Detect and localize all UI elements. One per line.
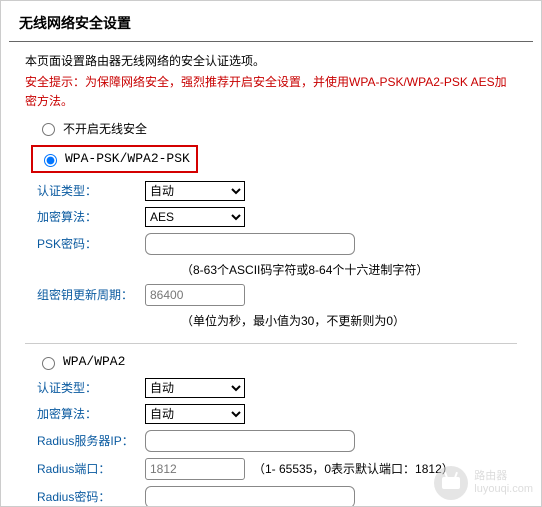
psk-encrypt-label: 加密算法： — [37, 208, 145, 225]
radio-none[interactable] — [42, 123, 55, 136]
radius-port-hint: （1- 65535，0表示默认端口：1812） — [253, 460, 454, 477]
radio-psk-highlight: WPA-PSK/WPA2-PSK — [31, 145, 198, 173]
option-none-row: 不开启无线安全 — [37, 120, 541, 137]
psk-auth-select[interactable]: 自动 — [145, 181, 245, 201]
psk-pwd-input[interactable] — [145, 233, 355, 255]
wireless-security-panel: 无线网络安全设置 本页面设置路由器无线网络的安全认证选项。 安全提示：为保障网络… — [0, 0, 542, 507]
radius-ip-input[interactable] — [145, 430, 355, 452]
wpa-encrypt-select[interactable]: 自动 — [145, 404, 245, 424]
wpa-auth-select[interactable]: 自动 — [145, 378, 245, 398]
warning-text: 安全提示：为保障网络安全，强烈推荐开启安全设置，并使用WPA-PSK/WPA2-… — [25, 73, 517, 111]
psk-rekey-label: 组密钥更新周期： — [37, 286, 145, 303]
radius-port-input[interactable] — [145, 458, 245, 480]
radio-psk[interactable] — [44, 154, 57, 167]
psk-auth-label: 认证类型： — [37, 182, 145, 199]
radio-psk-label: WPA-PSK/WPA2-PSK — [65, 151, 190, 166]
radio-none-label: 不开启无线安全 — [63, 120, 147, 137]
intro-text: 本页面设置路由器无线网络的安全认证选项。 — [25, 52, 517, 71]
panel-title: 无线网络安全设置 — [9, 1, 533, 42]
section-separator — [25, 343, 517, 344]
radio-wpa-label: WPA/WPA2 — [63, 354, 125, 369]
psk-pwd-label: PSK密码： — [37, 235, 145, 252]
psk-pwd-hint: （8-63个ASCII码字符或8-64个十六进制字符） — [181, 261, 541, 278]
radius-port-label: Radius端口： — [37, 460, 145, 477]
psk-encrypt-select[interactable]: AES — [145, 207, 245, 227]
wpa-form-block: 认证类型： 自动 加密算法： 自动 Radius服务器IP： Radius端口：… — [37, 378, 541, 507]
wpa-encrypt-label: 加密算法： — [37, 405, 145, 422]
psk-rekey-input[interactable] — [145, 284, 245, 306]
radius-ip-label: Radius服务器IP： — [37, 432, 145, 449]
option-wpa-row: WPA/WPA2 — [37, 354, 541, 370]
option-psk-row: WPA-PSK/WPA2-PSK — [37, 145, 541, 173]
radius-pwd-input[interactable] — [145, 486, 355, 507]
radio-wpa[interactable] — [42, 357, 55, 370]
wpa-auth-label: 认证类型： — [37, 379, 145, 396]
radius-pwd-label: Radius密码： — [37, 488, 145, 505]
psk-rekey-hint: （单位为秒，最小值为30，不更新则为0） — [181, 312, 541, 329]
psk-form-block: 认证类型： 自动 加密算法： AES PSK密码： （8-63个ASCII码字符… — [37, 181, 541, 329]
